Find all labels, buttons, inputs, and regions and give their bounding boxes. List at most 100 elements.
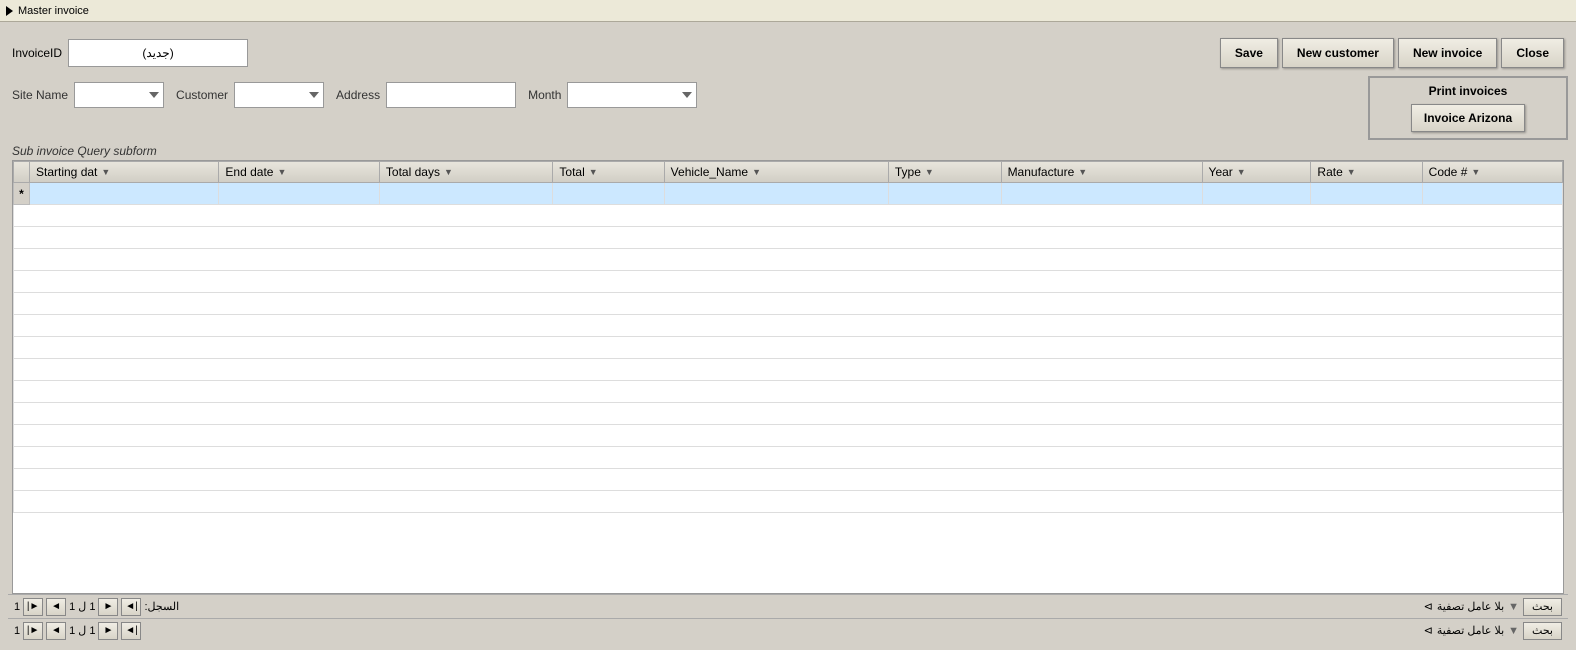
table-row [14, 315, 1563, 337]
invoice-id-input[interactable] [68, 39, 248, 67]
cell-starting-date[interactable] [30, 183, 219, 205]
nav-next-button[interactable]: ► [98, 598, 118, 616]
table-row [14, 205, 1563, 227]
status-nav-prev-button[interactable]: ◄ [46, 622, 66, 640]
search-button[interactable]: بحث [1523, 598, 1562, 616]
table-row [14, 359, 1563, 381]
sort-total-days-icon: ▼ [444, 167, 453, 177]
col-total-days-label: Total days [386, 165, 440, 179]
table-row [14, 227, 1563, 249]
page-number: 1 [14, 601, 20, 613]
page-of-label: 1 ل 1 [69, 600, 95, 613]
col-type-label: Type [895, 165, 921, 179]
table-container[interactable]: Starting dat ▼ End date ▼ Total days [12, 160, 1564, 594]
col-manufacture[interactable]: Manufacture ▼ [1001, 162, 1202, 183]
col-rate[interactable]: Rate ▼ [1311, 162, 1422, 183]
window-icon [6, 6, 13, 16]
top-section: InvoiceID Save New customer New invoice … [8, 30, 1568, 76]
col-rate-label: Rate [1317, 165, 1342, 179]
col-starting-date[interactable]: Starting dat ▼ [30, 162, 219, 183]
col-manufacture-label: Manufacture [1008, 165, 1075, 179]
sort-vehicle-name-icon: ▼ [752, 167, 761, 177]
bottom-bar: بحث ▼ بلا عامل تصفية ⊳ السجل: |◄ ► 1 ل 1… [8, 594, 1568, 618]
table-row [14, 469, 1563, 491]
status-nav-next-button[interactable]: ► [98, 622, 118, 640]
title-bar: Master invoice [0, 0, 1576, 22]
col-total-days[interactable]: Total days ▼ [379, 162, 552, 183]
month-label: Month [528, 88, 561, 102]
cell-total[interactable] [553, 183, 664, 205]
status-search-button[interactable]: بحث [1523, 622, 1562, 640]
cell-type[interactable] [888, 183, 1001, 205]
row-indicator-header [14, 162, 30, 183]
nav-prev-button[interactable]: ◄ [46, 598, 66, 616]
form-row: Site Name Customer Address Month [8, 76, 1568, 140]
address-input[interactable] [386, 82, 516, 108]
save-button[interactable]: Save [1220, 38, 1278, 68]
main-container: InvoiceID Save New customer New invoice … [0, 22, 1576, 650]
cell-year[interactable] [1202, 183, 1311, 205]
site-name-label: Site Name [12, 88, 68, 102]
buttons-area: Save New customer New invoice Close [1220, 38, 1564, 68]
table-row [14, 491, 1563, 513]
status-nav-last-button[interactable]: |◄ [121, 622, 141, 640]
sort-rate-icon: ▼ [1347, 167, 1356, 177]
status-nav-first-button[interactable]: ►| [23, 622, 43, 640]
col-type[interactable]: Type ▼ [888, 162, 1001, 183]
site-name-select[interactable] [74, 82, 164, 108]
col-year[interactable]: Year ▼ [1202, 162, 1311, 183]
status-page-number: 1 [14, 625, 20, 637]
status-no-filter-label: بلا عامل تصفية [1437, 624, 1504, 637]
cell-total-days[interactable] [379, 183, 552, 205]
table-row-new[interactable]: * [14, 183, 1563, 205]
new-customer-button[interactable]: New customer [1282, 38, 1394, 68]
col-total[interactable]: Total ▼ [553, 162, 664, 183]
col-code-num-label: Code # [1429, 165, 1468, 179]
new-invoice-button[interactable]: New invoice [1398, 38, 1497, 68]
cell-rate[interactable] [1311, 183, 1422, 205]
sort-year-icon: ▼ [1237, 167, 1246, 177]
col-year-label: Year [1209, 165, 1233, 179]
sort-manufacture-icon: ▼ [1078, 167, 1087, 177]
sort-starting-date-icon: ▼ [101, 167, 110, 177]
subform-label: Sub invoice Query subform [8, 140, 1568, 160]
new-row-indicator: * [14, 183, 30, 205]
filter-area: بحث ▼ بلا عامل تصفية ⊳ [1424, 598, 1562, 616]
record-label: السجل: [144, 600, 179, 613]
filter-funnel-icon: ⊳ [1424, 600, 1433, 613]
status-page-of-label: 1 ل 1 [69, 624, 95, 637]
month-select[interactable] [567, 82, 697, 108]
form-section: Site Name Customer Address Month [8, 76, 701, 114]
nav-last-button[interactable]: |◄ [121, 598, 141, 616]
status-bar: بحث ▼ بلا عامل تصفية ⊳ |◄ ► 1 ل 1 ◄ ►| 1 [8, 618, 1568, 642]
address-field: Address [336, 82, 516, 108]
col-total-label: Total [559, 165, 584, 179]
cell-end-date[interactable] [219, 183, 380, 205]
table-row [14, 447, 1563, 469]
sort-code-num-icon: ▼ [1471, 167, 1480, 177]
customer-select[interactable] [234, 82, 324, 108]
window-title: Master invoice [18, 5, 89, 17]
cell-code-num[interactable] [1422, 183, 1562, 205]
sort-end-date-icon: ▼ [277, 167, 286, 177]
close-button[interactable]: Close [1501, 38, 1564, 68]
col-code-num[interactable]: Code # ▼ [1422, 162, 1562, 183]
customer-label: Customer [176, 88, 228, 102]
print-title: Print invoices [1380, 84, 1556, 98]
invoice-arizona-button[interactable]: Invoice Arizona [1411, 104, 1525, 132]
invoice-id-area: InvoiceID [12, 39, 248, 67]
cell-manufacture[interactable] [1001, 183, 1202, 205]
status-filter-icon: ▼ [1508, 625, 1519, 637]
status-filter-area: بحث ▼ بلا عامل تصفية ⊳ [1424, 622, 1562, 640]
table-row [14, 425, 1563, 447]
table-row [14, 403, 1563, 425]
cell-vehicle-name[interactable] [664, 183, 888, 205]
sub-invoice-table: Starting dat ▼ End date ▼ Total days [13, 161, 1563, 513]
customer-field: Customer [176, 82, 324, 108]
table-row [14, 381, 1563, 403]
col-end-date[interactable]: End date ▼ [219, 162, 380, 183]
table-header: Starting dat ▼ End date ▼ Total days [14, 162, 1563, 183]
col-vehicle-name[interactable]: Vehicle_Name ▼ [664, 162, 888, 183]
nav-first-button[interactable]: ►| [23, 598, 43, 616]
sort-type-icon: ▼ [925, 167, 934, 177]
